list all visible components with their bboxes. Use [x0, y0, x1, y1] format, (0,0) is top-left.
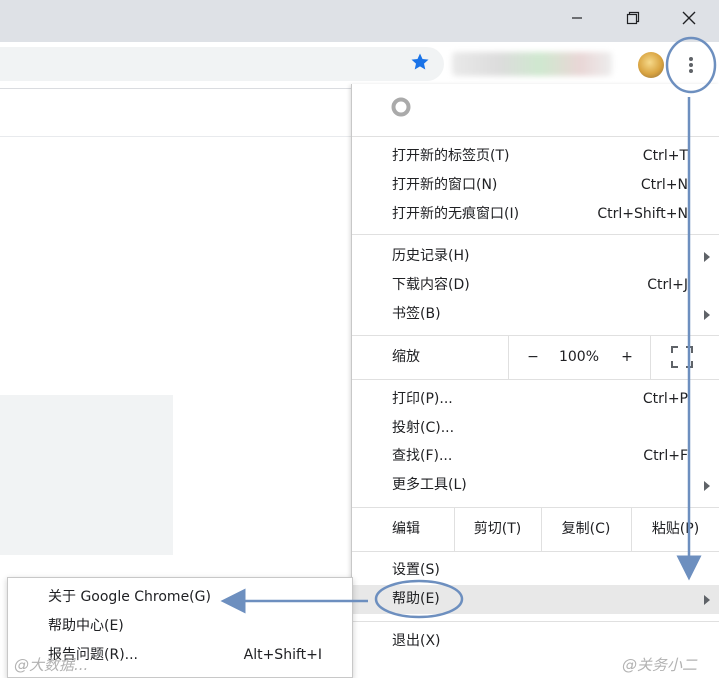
menu-item-shortcut: Ctrl+J: [647, 277, 688, 293]
menu-item-exit[interactable]: 退出(X): [352, 627, 719, 656]
menu-item-label: 查找(F)...: [392, 448, 453, 464]
menu-item-downloads[interactable]: 下载内容(D) Ctrl+J: [352, 271, 719, 300]
menu-item-new-incognito[interactable]: 打开新的无痕窗口(I) Ctrl+Shift+N: [352, 200, 719, 229]
menu-separator: [352, 621, 719, 622]
cut-button[interactable]: 剪切(T): [454, 507, 541, 551]
loading-circle-icon: [391, 97, 411, 117]
submenu-item-shortcut: Alt+Shift+I: [243, 647, 322, 663]
menu-item-label: 打开新的窗口(N): [392, 177, 498, 193]
fullscreen-button[interactable]: [670, 345, 694, 369]
menu-separator: [352, 551, 719, 552]
menu-item-label: 打开新的标签页(T): [392, 148, 510, 164]
menu-item-shortcut: Ctrl+T: [642, 148, 688, 164]
page-gray-panel: [0, 395, 173, 555]
zoom-level: 100%: [558, 349, 600, 365]
menu-item-history[interactable]: 历史记录(H): [352, 242, 719, 271]
menu-separator: [352, 136, 719, 137]
browser-toolbar: [0, 42, 719, 88]
zoom-label: 缩放: [392, 349, 420, 365]
zoom-controls: − 100% +: [508, 335, 651, 379]
menu-item-label: 帮助(E): [392, 591, 440, 607]
watermark-right: @关务小二: [622, 656, 698, 674]
submenu-arrow-icon: [704, 595, 710, 605]
menu-item-label: 书签(B): [392, 306, 441, 322]
zoom-row: 缩放 − 100% +: [352, 335, 719, 379]
menu-item-find[interactable]: 查找(F)... Ctrl+F: [352, 442, 719, 471]
menu-item-bookmarks[interactable]: 书签(B): [352, 300, 719, 329]
three-dots-icon: [689, 57, 693, 73]
close-icon: [682, 11, 696, 25]
edit-label: 编辑: [392, 521, 420, 537]
chrome-main-menu: 打开新的标签页(T) Ctrl+T 打开新的窗口(N) Ctrl+N 打开新的无痕窗…: [351, 84, 719, 678]
zoom-out-button[interactable]: −: [521, 335, 545, 379]
paste-button[interactable]: 粘贴(P): [631, 507, 719, 551]
edit-row: 编辑 剪切(T) 复制(C) 粘贴(P): [352, 507, 719, 551]
zoom-in-button[interactable]: +: [615, 335, 639, 379]
menu-item-label: 退出(X): [392, 633, 441, 649]
minimize-icon: [572, 17, 582, 19]
menu-item-help[interactable]: 帮助(E): [352, 585, 719, 614]
menu-item-label: 设置(S): [392, 562, 440, 578]
restore-button[interactable]: [610, 0, 656, 36]
submenu-item-label: 关于 Google Chrome(G): [48, 589, 211, 605]
watermark-left: @大数据...: [14, 656, 89, 674]
menu-item-shortcut: Ctrl+P: [642, 391, 688, 407]
title-bar: [0, 0, 719, 42]
restore-icon: [626, 11, 640, 25]
copy-button[interactable]: 复制(C): [541, 507, 631, 551]
menu-item-shortcut: Ctrl+N: [640, 177, 688, 193]
minimize-button[interactable]: [554, 0, 600, 36]
menu-item-label: 投射(C)...: [392, 420, 455, 436]
extension-icons-blurred[interactable]: [452, 52, 612, 76]
menu-item-label: 历史记录(H): [392, 248, 470, 264]
menu-item-settings[interactable]: 设置(S): [352, 556, 719, 585]
close-window-button[interactable]: [666, 0, 712, 36]
menu-item-print[interactable]: 打印(P)... Ctrl+P: [352, 385, 719, 414]
menu-item-label: 下载内容(D): [392, 277, 470, 293]
submenu-item-about[interactable]: 关于 Google Chrome(G): [8, 583, 352, 612]
profile-avatar[interactable]: [638, 52, 664, 78]
submenu-arrow-icon: [704, 252, 710, 262]
menu-header: [352, 84, 719, 136]
menu-item-more-tools[interactable]: 更多工具(L): [352, 471, 719, 500]
fullscreen-icon: [671, 346, 693, 368]
menu-item-label: 打开新的无痕窗口(I): [392, 206, 520, 222]
menu-separator: [352, 379, 719, 380]
star-icon: [411, 53, 429, 70]
submenu-arrow-icon: [704, 481, 710, 491]
page-divider: [0, 136, 352, 137]
menu-item-label: 更多工具(L): [392, 477, 467, 493]
menu-item-new-window[interactable]: 打开新的窗口(N) Ctrl+N: [352, 171, 719, 200]
address-bar[interactable]: [0, 47, 444, 81]
menu-item-new-tab[interactable]: 打开新的标签页(T) Ctrl+T: [352, 142, 719, 171]
chrome-menu-button[interactable]: [677, 42, 705, 88]
menu-item-shortcut: Ctrl+Shift+N: [597, 206, 688, 222]
bookmark-star-button[interactable]: [408, 50, 432, 74]
menu-separator: [352, 234, 719, 235]
menu-item-cast[interactable]: 投射(C)...: [352, 414, 719, 443]
menu-item-label: 打印(P)...: [392, 391, 453, 407]
submenu-item-help-center[interactable]: 帮助中心(E): [8, 612, 352, 641]
submenu-item-label: 帮助中心(E): [48, 618, 124, 634]
submenu-arrow-icon: [704, 310, 710, 320]
menu-item-shortcut: Ctrl+F: [643, 448, 688, 464]
